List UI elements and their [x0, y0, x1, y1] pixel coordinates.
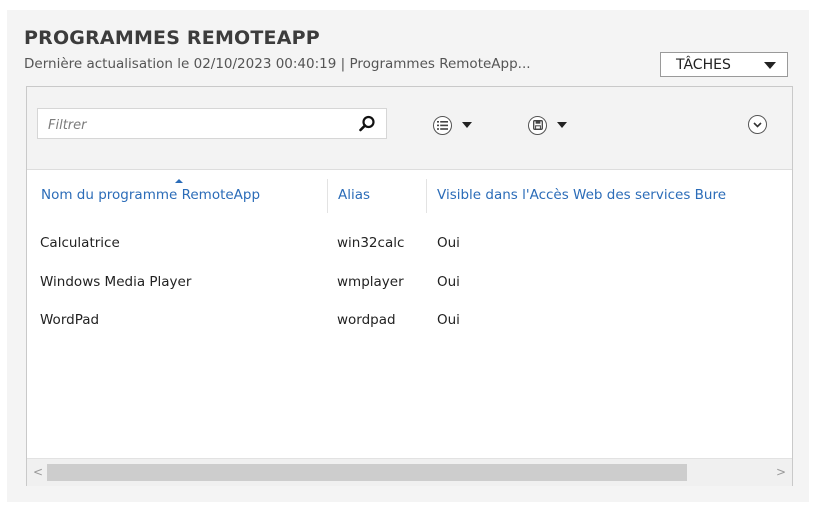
program-name: Calculatrice: [40, 235, 120, 251]
tasks-dropdown-button[interactable]: TÂCHES: [660, 52, 788, 77]
program-name: Windows Media Player: [40, 274, 192, 290]
scroll-left-icon[interactable]: <: [33, 465, 43, 479]
last-refresh-text: Dernière actualisation le 02/10/2023 00:…: [24, 56, 531, 72]
list-view-icon: [433, 115, 452, 135]
table-row[interactable]: Windows Media Player wmplayer Oui: [27, 270, 792, 296]
view-options-button[interactable]: [433, 114, 472, 136]
program-visible: Oui: [437, 235, 460, 251]
program-alias: wmplayer: [337, 274, 404, 290]
scroll-right-icon[interactable]: >: [776, 465, 786, 479]
column-header-visible[interactable]: Visible dans l'Accès Web des services Bu…: [437, 187, 726, 203]
program-alias: win32calc: [337, 235, 405, 251]
column-divider[interactable]: [426, 179, 427, 213]
table-row[interactable]: WordPad wordpad Oui: [27, 308, 792, 334]
program-visible: Oui: [437, 274, 460, 290]
table-row[interactable]: Calculatrice win32calc Oui: [27, 231, 792, 257]
horizontal-scrollbar[interactable]: < >: [27, 458, 792, 486]
column-header-alias[interactable]: Alias: [338, 187, 370, 203]
filter-box[interactable]: [37, 108, 387, 139]
save-query-icon: [528, 115, 547, 135]
chevron-down-icon: [764, 62, 776, 69]
program-alias: wordpad: [337, 312, 396, 328]
scrollbar-thumb[interactable]: [47, 464, 687, 481]
chevron-down-icon: [557, 122, 567, 128]
column-header-name[interactable]: Nom du programme RemoteApp: [41, 187, 260, 203]
page-title: PROGRAMMES REMOTEAPP: [24, 27, 320, 49]
expand-icon[interactable]: [748, 115, 767, 134]
save-query-button[interactable]: [528, 114, 567, 136]
column-divider[interactable]: [327, 179, 328, 213]
chevron-down-icon: [462, 122, 472, 128]
programs-list-pane: Nom du programme RemoteApp Alias Visible…: [26, 86, 793, 486]
search-icon[interactable]: [358, 115, 376, 133]
sort-ascending-icon: [175, 179, 183, 183]
filter-input[interactable]: [46, 115, 350, 135]
tasks-label: TÂCHES: [676, 56, 731, 73]
program-visible: Oui: [437, 312, 460, 328]
toolbar: [27, 87, 792, 170]
program-name: WordPad: [40, 312, 100, 328]
